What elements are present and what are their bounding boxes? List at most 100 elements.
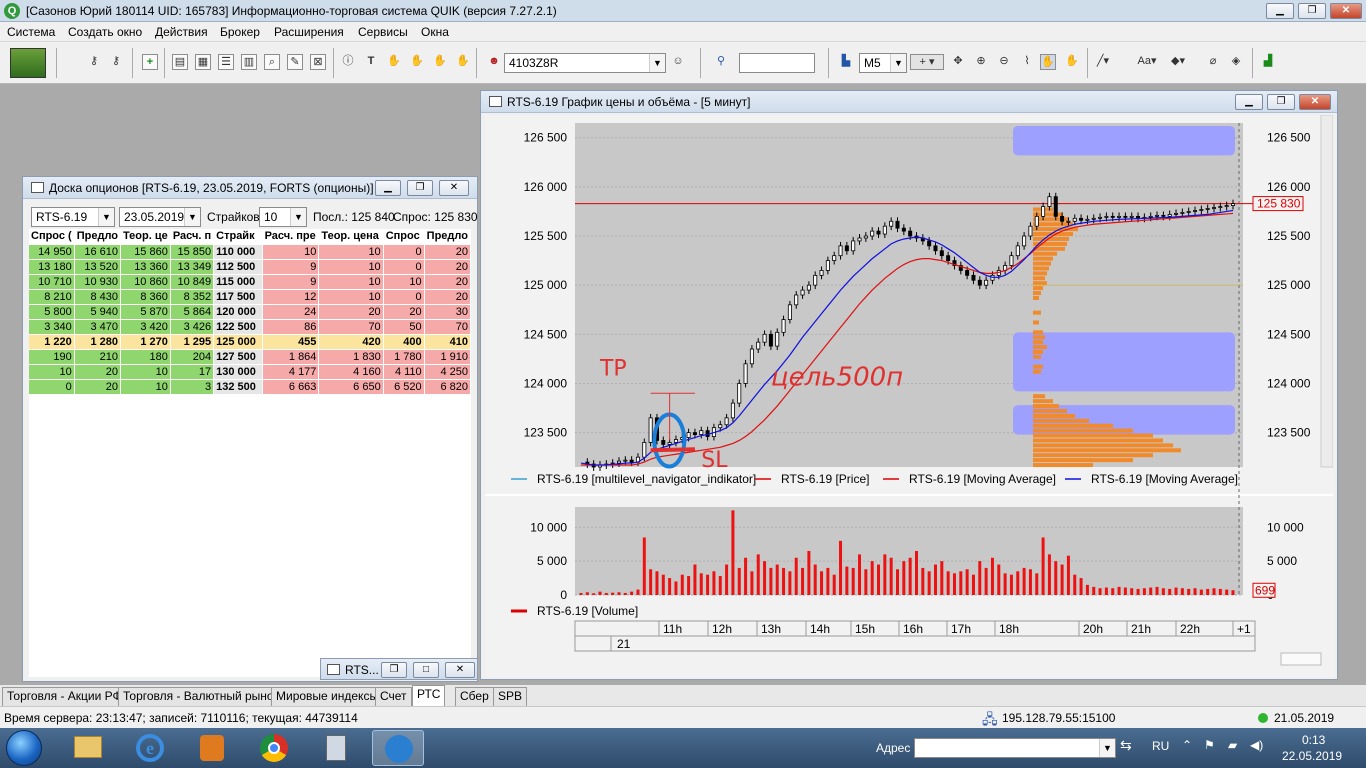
table-icon[interactable]: ▤ <box>172 54 188 70</box>
table-cell[interactable]: 13 180 <box>29 259 75 275</box>
grid-icon[interactable]: ▥ <box>241 54 257 70</box>
quik-picture-icon[interactable] <box>10 48 46 78</box>
info-icon[interactable]: ⓘ <box>340 54 356 70</box>
chart-window-titlebar[interactable]: RTS-6.19 График цены и объёма - [5 минут… <box>481 91 1337 113</box>
table-cell[interactable]: 15 850 <box>170 244 215 260</box>
column-header[interactable]: Спрос <box>383 229 425 245</box>
tab-spb[interactable]: SPB <box>493 687 528 706</box>
table-cell[interactable]: 10 <box>318 274 384 290</box>
table-cell[interactable]: 0 <box>383 289 425 305</box>
account-select[interactable]: 4103Z8R ▼ <box>504 53 666 73</box>
table-cell[interactable]: 20 <box>424 244 471 260</box>
table-cell[interactable]: 8 352 <box>170 289 215 305</box>
text-tool-icon[interactable]: Aa▾ <box>1133 54 1161 70</box>
table-cell[interactable]: 127 500 <box>213 349 263 365</box>
media-player-icon[interactable] <box>186 730 238 766</box>
table-cell[interactable]: 210 <box>74 349 122 365</box>
menu-system[interactable]: Система <box>7 25 55 39</box>
table-cell[interactable]: 10 <box>29 364 75 380</box>
close-button[interactable]: ✕ <box>1299 94 1331 110</box>
minimize-button[interactable]: ▁ <box>1266 3 1294 19</box>
table-cell[interactable]: 9 <box>262 274 320 290</box>
close-button[interactable]: ✕ <box>1330 3 1362 19</box>
eraser-icon[interactable]: ◈ <box>1228 54 1244 70</box>
quik-taskbar-icon[interactable] <box>372 730 424 766</box>
quotes-icon[interactable]: ▦ <box>195 54 211 70</box>
text-icon[interactable]: T <box>363 54 379 70</box>
table-cell[interactable]: 30 <box>424 304 471 320</box>
table-cell[interactable]: 70 <box>424 319 471 335</box>
start-button[interactable] <box>6 730 42 766</box>
language-indicator[interactable]: RU <box>1152 739 1169 753</box>
ie-icon[interactable]: e <box>124 730 176 766</box>
column-header[interactable]: Теор. цена <box>318 229 384 245</box>
table-cell[interactable]: 9 <box>262 259 320 275</box>
table-cell[interactable]: 20 <box>383 304 425 320</box>
expiry-select[interactable]: 23.05.2019 ▼ <box>119 207 201 227</box>
table-cell[interactable]: 5 870 <box>120 304 171 320</box>
column-header[interactable]: Теор. це <box>120 229 171 245</box>
table-cell[interactable]: 10 <box>383 274 425 290</box>
table-cell[interactable]: 125 000 <box>213 334 263 350</box>
column-header[interactable]: Расч. пре <box>262 229 320 245</box>
table-cell[interactable]: 180 <box>120 349 171 365</box>
shape-tool-icon[interactable]: ◆▾ <box>1170 54 1186 70</box>
table-cell[interactable]: 20 <box>74 379 122 395</box>
table-cell[interactable]: 20 <box>424 274 471 290</box>
go-icon[interactable]: ⇆ <box>1120 737 1132 754</box>
table-cell[interactable]: 10 849 <box>170 274 215 290</box>
column-header[interactable]: Предло <box>424 229 471 245</box>
edit-table-icon[interactable]: ✎ <box>287 54 303 70</box>
maximize-button[interactable]: □ <box>413 662 439 678</box>
table-cell[interactable]: 10 <box>120 364 171 380</box>
search-icon[interactable]: ⚲ <box>713 54 729 70</box>
table-cell[interactable]: 10 <box>318 259 384 275</box>
pan-icon[interactable]: ✋ <box>1064 54 1080 70</box>
interval-select[interactable]: M5 ▼ <box>859 53 907 73</box>
table-cell[interactable]: 204 <box>170 349 215 365</box>
menu-actions[interactable]: Действия <box>155 25 208 39</box>
zoom-out-icon[interactable]: ⊖ <box>996 54 1012 70</box>
table-cell[interactable]: 1 220 <box>29 334 75 350</box>
clock-time[interactable]: 0:13 <box>1302 733 1325 747</box>
table-cell[interactable]: 400 <box>383 334 425 350</box>
options-board-titlebar[interactable]: Доска опционов [RTS-6.19, 23.05.2019, FO… <box>23 177 477 199</box>
table-row[interactable]: 1 220 1 280 1 270 1 295 125 000 455 420 400 410 <box>29 334 471 350</box>
tab-world-indexes[interactable]: Мировые индексы <box>271 687 384 706</box>
table-cell[interactable]: 1 780 <box>383 349 425 365</box>
search-table-icon[interactable]: ⌕ <box>264 54 280 70</box>
hand-icon[interactable]: ✋ <box>386 54 402 70</box>
table-row[interactable]: 14 950 16 610 15 860 15 850 110 000 10 10 0 20 <box>29 244 471 260</box>
table-cell[interactable]: 10 <box>262 244 320 260</box>
restore-button[interactable]: ❐ <box>407 180 433 196</box>
table-cell[interactable]: 10 930 <box>74 274 122 290</box>
table-cell[interactable]: 10 <box>120 379 171 395</box>
table-cell[interactable]: 3 <box>170 379 215 395</box>
table-cell[interactable]: 4 160 <box>318 364 384 380</box>
table-cell[interactable]: 12 <box>262 289 320 305</box>
list-icon[interactable]: ☰ <box>218 54 234 70</box>
minimize-button[interactable]: ▁ <box>375 180 401 196</box>
table-row[interactable]: 13 180 13 520 13 360 13 349 112 500 9 10 0 20 <box>29 259 471 275</box>
table-cell[interactable]: 1 280 <box>74 334 122 350</box>
tab-sber[interactable]: Сбер <box>455 687 494 706</box>
hand-alt-icon[interactable]: ✋ <box>409 54 425 70</box>
table-cell[interactable]: 4 250 <box>424 364 471 380</box>
tray-arrow-icon[interactable]: ⌃ <box>1182 738 1192 752</box>
menu-services[interactable]: Сервисы <box>358 25 408 39</box>
table-cell[interactable]: 13 360 <box>120 259 171 275</box>
table-cell[interactable]: 455 <box>262 334 320 350</box>
table-cell[interactable]: 6 663 <box>262 379 320 395</box>
table-cell[interactable]: 420 <box>318 334 384 350</box>
table-cell[interactable]: 6 820 <box>424 379 471 395</box>
instrument-select[interactable]: RTS-6.19 ▼ <box>31 207 115 227</box>
signal-icon[interactable]: ▟ <box>1260 54 1276 70</box>
menu-create-window[interactable]: Создать окно <box>68 25 142 39</box>
key-alt-icon[interactable]: ⚷ <box>108 54 124 70</box>
table-cell[interactable]: 10 710 <box>29 274 75 290</box>
table-cell[interactable]: 1 910 <box>424 349 471 365</box>
explorer-icon[interactable] <box>62 730 114 766</box>
hand-grid-icon[interactable]: ✋ <box>455 54 471 70</box>
restore-button[interactable]: ❐ <box>381 662 407 678</box>
table-cell[interactable]: 16 610 <box>74 244 122 260</box>
